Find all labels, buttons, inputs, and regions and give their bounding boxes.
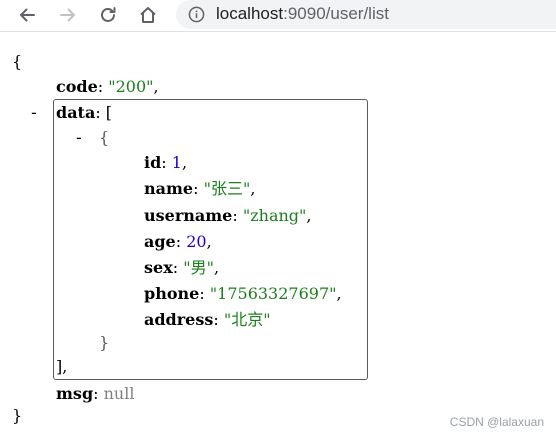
json-line-msg: msg: null	[56, 384, 135, 403]
code-key: code	[56, 77, 98, 96]
json-close-brace: }	[12, 406, 23, 425]
item-collapse-toggle[interactable]: -	[76, 128, 82, 148]
field-username: username: "zhang",	[144, 206, 312, 225]
msg-key: msg	[56, 384, 94, 403]
url-text[interactable]: localhost:9090/user/list	[216, 4, 389, 24]
field-name: name: "张三",	[144, 179, 256, 198]
field-phone: phone: "17563327697",	[144, 284, 342, 303]
json-line-code: code: "200",	[56, 77, 159, 96]
data-close-bracket: ],	[56, 357, 68, 376]
json-open-brace: {	[12, 52, 23, 71]
back-arrow-icon	[20, 8, 35, 22]
url-host: localhost	[216, 4, 284, 23]
field-age: age: 20,	[144, 232, 212, 251]
reload-icon	[101, 7, 116, 22]
data-open-bracket: [	[105, 103, 113, 122]
info-icon[interactable]	[188, 6, 205, 23]
url-path: :9090/user/list	[283, 4, 389, 23]
forward-arrow-icon	[60, 8, 75, 22]
forward-button[interactable]	[56, 3, 80, 27]
data-collapse-toggle[interactable]: -	[31, 103, 37, 123]
back-button[interactable]	[15, 3, 39, 27]
watermark: CSDN @lalaxuan	[449, 415, 544, 429]
field-address: address: "北京"	[144, 310, 271, 329]
field-id: id: 1,	[144, 153, 188, 172]
data-key: data	[56, 103, 96, 122]
item-close-brace: }	[99, 333, 110, 352]
json-viewer: { code: "200", - data: [ - { id: 1, name…	[0, 31, 556, 437]
address-bar[interactable]: localhost:9090/user/list	[176, 0, 556, 29]
browser-toolbar: localhost:9090/user/list	[0, 0, 556, 32]
reload-button[interactable]	[96, 3, 120, 27]
item-open-brace: {	[99, 128, 110, 147]
home-icon	[140, 7, 156, 23]
home-button[interactable]	[136, 3, 160, 27]
msg-value: null	[103, 384, 135, 403]
field-sex: sex: "男",	[144, 258, 220, 277]
code-value: "200"	[108, 77, 154, 96]
json-line-data: data: [	[56, 103, 113, 122]
